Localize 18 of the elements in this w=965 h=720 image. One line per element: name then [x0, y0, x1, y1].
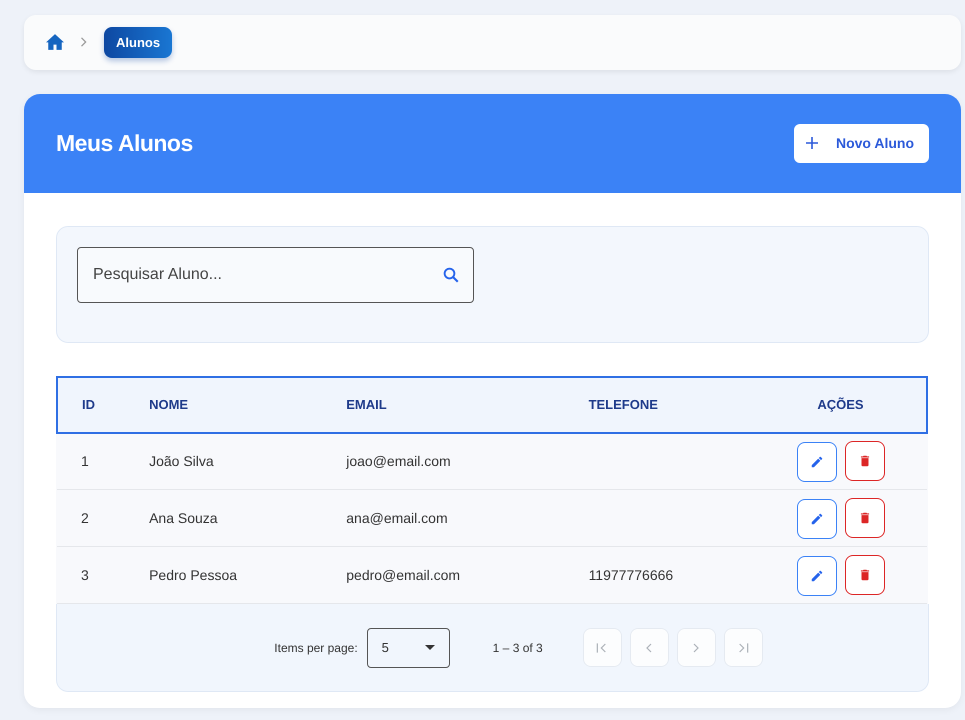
table-cell: 2	[57, 490, 126, 546]
breadcrumb-item[interactable]: Alunos	[104, 26, 172, 58]
table-cell: joao@email.com	[322, 432, 565, 490]
items-per-page-label: Items per page:	[274, 640, 358, 654]
table-cell: João Silva	[125, 432, 322, 490]
column-header: AÇÕES	[756, 376, 927, 432]
search-field[interactable]: Pesquisar Aluno...	[77, 246, 474, 302]
column-header: NOME	[125, 376, 322, 432]
new-student-button[interactable]: Novo Aluno	[794, 124, 929, 163]
table-cell: 1	[57, 432, 126, 490]
page-size-select[interactable]: 5	[366, 628, 450, 668]
column-header: TELEFONE	[564, 376, 756, 432]
column-header: EMAIL	[322, 376, 565, 432]
column-header: ID	[57, 376, 126, 432]
table-cell: ana@email.com	[322, 490, 565, 546]
table-cell: Ana Souza	[125, 490, 322, 546]
range-label: 1 – 3 of 3	[492, 640, 543, 654]
page-title: Meus Alunos	[56, 130, 193, 157]
